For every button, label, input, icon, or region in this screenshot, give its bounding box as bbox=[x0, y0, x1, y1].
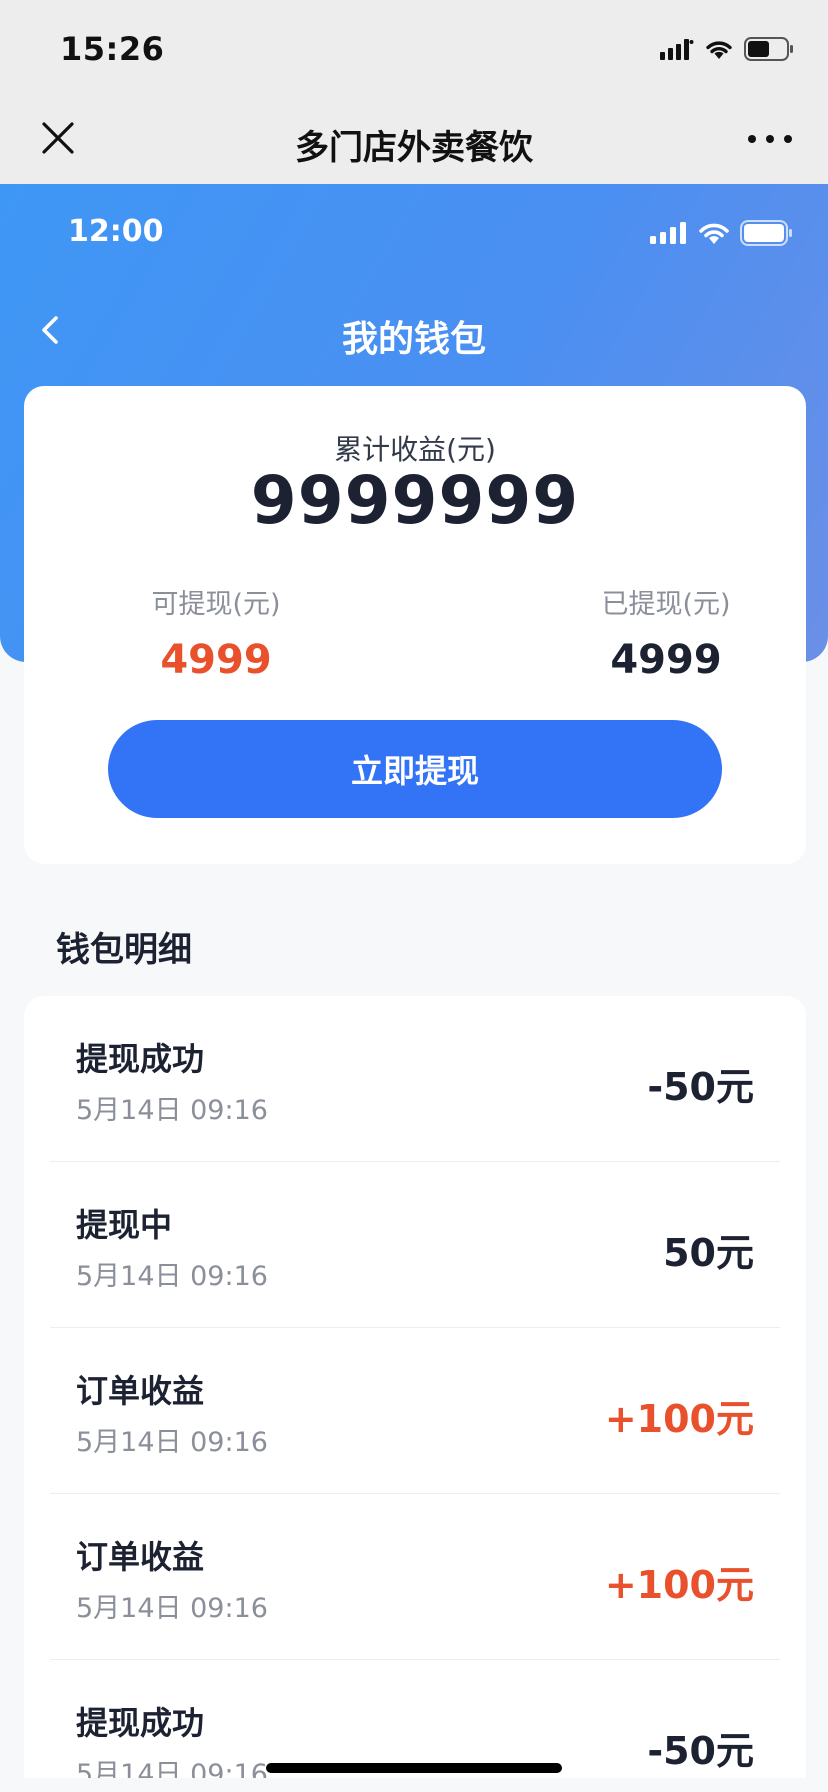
list-item-amount: 50元 bbox=[663, 1231, 754, 1275]
list-item-title: 提现成功 bbox=[76, 1040, 205, 1078]
list-item-amount: +100元 bbox=[604, 1563, 754, 1607]
list-item-amount: -50元 bbox=[647, 1729, 754, 1773]
wallet-details-title: 钱包明细 bbox=[56, 930, 192, 970]
wallet-summary-card: 累计收益(元) 9999999 可提现(元) 4999 已提现(元) 4999 … bbox=[24, 386, 806, 864]
list-item-amount: -50元 bbox=[647, 1065, 754, 1109]
available-value: 4999 bbox=[160, 637, 272, 683]
inner-status-icons bbox=[650, 220, 794, 246]
list-item[interactable]: 订单收益 5月14日 09:16 +100元 bbox=[50, 1494, 780, 1660]
withdrawn-balance: 已提现(元) 4999 bbox=[546, 582, 786, 683]
home-indicator[interactable] bbox=[266, 1763, 562, 1773]
wallet-details-list: 提现成功 5月14日 09:16 -50元 提现中 5月14日 09:16 50… bbox=[24, 996, 806, 1792]
signal-icon bbox=[660, 39, 694, 60]
list-item[interactable]: 提现成功 5月14日 09:16 -50元 bbox=[50, 996, 780, 1162]
app-frame: 15:26 多门店外卖餐饮 12:00 我的钱包 累计收益(元) 9999999… bbox=[0, 0, 828, 1792]
inner-status-time: 12:00 bbox=[68, 214, 164, 249]
list-item-title: 订单收益 bbox=[76, 1372, 205, 1410]
list-item-amount: +100元 bbox=[604, 1397, 754, 1441]
outer-status-bar: 15:26 bbox=[0, 0, 828, 96]
mini-program-title: 多门店外卖餐饮 bbox=[295, 128, 533, 168]
available-balance: 可提现(元) 4999 bbox=[96, 582, 336, 683]
battery-icon bbox=[740, 220, 792, 246]
total-earnings-value: 9999999 bbox=[250, 462, 580, 539]
list-item-title: 提现中 bbox=[76, 1206, 173, 1244]
list-item-time: 5月14日 09:16 bbox=[76, 1095, 268, 1126]
outer-status-icons bbox=[660, 36, 794, 62]
list-item[interactable]: 提现中 5月14日 09:16 50元 bbox=[50, 1162, 780, 1328]
list-item-time: 5月14日 09:16 bbox=[76, 1593, 268, 1624]
signal-icon bbox=[650, 222, 686, 244]
list-item-time: 5月14日 09:16 bbox=[76, 1427, 268, 1458]
more-dots-icon[interactable] bbox=[748, 132, 792, 146]
list-item[interactable]: 订单收益 5月14日 09:16 +100元 bbox=[50, 1328, 780, 1494]
available-label: 可提现(元) bbox=[151, 589, 281, 620]
more-dot bbox=[748, 135, 756, 143]
withdrawn-label: 已提现(元) bbox=[601, 589, 731, 620]
mini-program-nav-bar: 多门店外卖餐饮 bbox=[0, 96, 828, 184]
bottom-edge bbox=[0, 1778, 828, 1792]
withdrawn-value: 4999 bbox=[610, 637, 722, 683]
wifi-icon bbox=[699, 223, 729, 244]
page-title: 我的钱包 bbox=[341, 319, 486, 360]
more-dot bbox=[766, 135, 774, 143]
wifi-icon bbox=[706, 41, 732, 59]
list-item-title: 订单收益 bbox=[76, 1538, 205, 1576]
list-item-title: 提现成功 bbox=[76, 1704, 205, 1742]
battery-icon bbox=[744, 37, 793, 61]
outer-status-time: 15:26 bbox=[60, 30, 165, 68]
withdraw-now-button[interactable]: 立即提现 bbox=[108, 720, 722, 818]
list-item-time: 5月14日 09:16 bbox=[76, 1261, 268, 1292]
more-dot bbox=[784, 135, 792, 143]
